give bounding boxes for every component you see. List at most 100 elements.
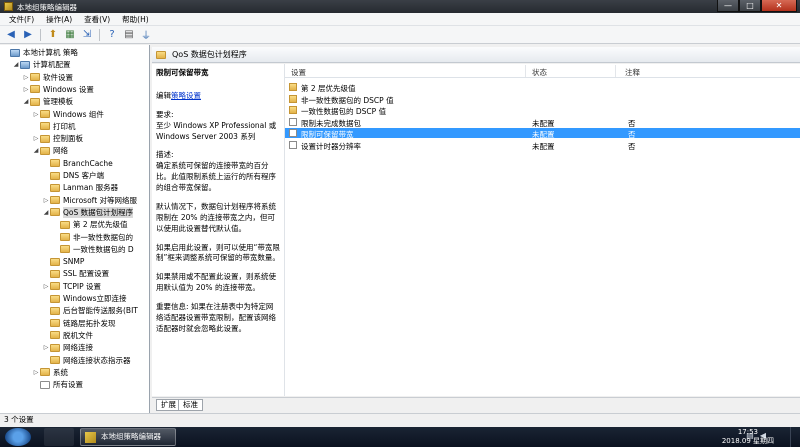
tree-item-label: DNS 客户端 bbox=[63, 171, 105, 180]
column-comment[interactable]: 注释 bbox=[625, 67, 640, 78]
menu-bar: 文件(F) 操作(A) 查看(V) 帮助(H) bbox=[0, 13, 800, 26]
tree-item[interactable]: BranchCache bbox=[42, 158, 113, 169]
tree-item[interactable]: 网络连接状态指示器 bbox=[42, 355, 131, 366]
taskbar-task-label: 本地组策略编辑器 bbox=[101, 432, 161, 441]
expand-toggle-icon[interactable]: ◢ bbox=[32, 147, 40, 154]
tree-item[interactable]: 本地计算机 策略 bbox=[2, 47, 78, 58]
title-bar[interactable]: 本地组策略编辑器 — □ ✕ bbox=[0, 0, 800, 13]
table-row[interactable]: 非一致性数据包的 DSCP 值 bbox=[285, 94, 800, 105]
help-icon[interactable]: ? bbox=[105, 28, 119, 42]
policy-setting-icon bbox=[289, 140, 297, 149]
computer-policy-icon bbox=[10, 48, 20, 57]
folder-icon bbox=[50, 319, 60, 328]
table-row[interactable]: 设置计时器分辨率 未配置 否 bbox=[285, 140, 800, 151]
tree-item[interactable]: ◢ 计算机配置 bbox=[12, 59, 71, 70]
tree-item[interactable]: 打印机 bbox=[32, 121, 76, 132]
maximize-button[interactable]: □ bbox=[739, 0, 761, 12]
expand-toggle-icon[interactable]: ▷ bbox=[32, 369, 40, 376]
table-row[interactable]: 限制未完成数据包 未配置 否 bbox=[285, 117, 800, 128]
tree-item[interactable]: ▷ Windows 设置 bbox=[22, 84, 94, 95]
tree-item-label: Microsoft 对等网络服 bbox=[63, 195, 138, 205]
up-folder-icon[interactable]: ⬆ bbox=[46, 28, 60, 42]
show-desktop-button[interactable] bbox=[790, 427, 800, 447]
folder-icon bbox=[60, 245, 70, 254]
tree-item[interactable]: ◢ 网络 bbox=[32, 145, 68, 156]
expand-toggle-icon[interactable]: ▷ bbox=[32, 111, 40, 118]
expand-toggle-icon[interactable]: ▷ bbox=[22, 74, 30, 81]
tree-item[interactable]: DNS 客户端 bbox=[42, 170, 104, 181]
folder-icon bbox=[40, 134, 50, 143]
taskbar-explorer[interactable] bbox=[44, 428, 74, 446]
expand-toggle-icon[interactable]: ▷ bbox=[42, 197, 50, 204]
menu-item[interactable]: 帮助(H) bbox=[116, 14, 155, 25]
table-row[interactable]: 限制可保留带宽 未配置 否 bbox=[285, 128, 800, 139]
console-tree[interactable]: 本地计算机 策略 ◢ 计算机配置 ▷ 软件设置 ▷ Windows 设置 ◢ 管理模板 ▷ Wind… bbox=[0, 45, 150, 413]
close-button[interactable]: ✕ bbox=[761, 0, 797, 12]
row-name: 限制可保留带宽 bbox=[301, 130, 354, 139]
folder-icon bbox=[60, 233, 70, 241]
taskbar-gpedit[interactable]: 本地组策略编辑器 bbox=[80, 428, 176, 446]
properties-icon[interactable]: ▤ bbox=[122, 28, 136, 42]
expand-toggle-icon[interactable]: ▷ bbox=[42, 344, 50, 351]
clock[interactable]: 17:53 2018.09 星期四 bbox=[722, 428, 774, 446]
minimize-button[interactable]: — bbox=[717, 0, 739, 12]
start-button[interactable] bbox=[5, 428, 31, 446]
tree-item[interactable]: ▷ TCPIP 设置 bbox=[42, 281, 101, 292]
menu-item[interactable]: 查看(V) bbox=[78, 14, 116, 25]
tree-item[interactable]: 一致性数据包的 D bbox=[52, 244, 134, 255]
tree-item[interactable]: ▷ 控制面板 bbox=[32, 133, 83, 144]
console-tree-icon[interactable]: ▦ bbox=[63, 28, 77, 42]
tree-item[interactable]: SNMP bbox=[42, 256, 84, 267]
table-row[interactable]: 第 2 层优先级值 bbox=[285, 82, 800, 93]
menu-item[interactable]: 操作(A) bbox=[40, 14, 78, 25]
toolbar-separator bbox=[99, 28, 100, 41]
expand-toggle-icon[interactable]: ◢ bbox=[42, 209, 50, 216]
tree-item[interactable]: ▷ Microsoft 对等网络服 bbox=[42, 195, 137, 206]
tree-item[interactable]: ◢ 管理模板 bbox=[22, 96, 73, 107]
tree-item[interactable]: 所有设置 bbox=[32, 379, 83, 390]
tree-item[interactable]: 非一致性数据包的 bbox=[52, 232, 133, 243]
tree-item[interactable]: ◢ QoS 数据包计划程序 bbox=[42, 206, 134, 218]
expand-toggle-icon[interactable]: ▷ bbox=[22, 86, 30, 93]
tree-item[interactable]: Lanman 服务器 bbox=[42, 182, 118, 193]
folder-icon bbox=[30, 85, 40, 94]
filter-icon[interactable]: ⏚ bbox=[139, 28, 153, 42]
clock-time: 17:53 bbox=[737, 428, 758, 436]
expand-toggle-icon[interactable]: ◢ bbox=[22, 98, 30, 105]
expand-toggle-icon[interactable]: ▷ bbox=[42, 283, 50, 290]
list-header: 设置 状态 注释 bbox=[285, 64, 800, 78]
folder-icon bbox=[40, 146, 50, 155]
expand-toggle-icon[interactable]: ◢ bbox=[12, 61, 20, 68]
folder-icon bbox=[50, 208, 60, 217]
tree-item[interactable]: ▷ Windows 组件 bbox=[32, 109, 104, 120]
edit-policy-link[interactable]: 策略设置 bbox=[171, 91, 201, 100]
column-state[interactable]: 状态 bbox=[532, 67, 547, 78]
settings-list[interactable]: 设置 状态 注释 第 2 层优先级值 非一致性数据包的 DSCP 值一致性数据包的… bbox=[284, 64, 800, 396]
row-state: 未配置 bbox=[532, 141, 555, 151]
tree-item[interactable]: ▷ 网络连接 bbox=[42, 342, 93, 353]
tree-item-label: 一致性数据包的 D bbox=[73, 244, 134, 254]
tree-item[interactable]: 后台智能传送服务(BIT bbox=[42, 305, 138, 316]
export-icon[interactable]: ⇲ bbox=[80, 28, 94, 42]
tree-item[interactable]: 第 2 层优先级值 bbox=[52, 219, 128, 230]
tree-item-label: 系统 bbox=[53, 367, 68, 377]
requirements-label: 要求: bbox=[156, 109, 174, 119]
policy-setting-icon bbox=[289, 117, 297, 126]
back-icon[interactable]: ◀ bbox=[4, 28, 18, 42]
table-row[interactable]: 一致性数据包的 DSCP 值 bbox=[285, 105, 800, 116]
menu-item[interactable]: 文件(F) bbox=[3, 14, 40, 25]
column-setting[interactable]: 设置 bbox=[291, 67, 306, 78]
tree-item[interactable]: 脱机文件 bbox=[42, 330, 93, 341]
expand-toggle-icon[interactable]: ▷ bbox=[32, 135, 40, 142]
tab-standard[interactable]: 标准 bbox=[178, 399, 203, 411]
tree-item[interactable]: ▷ 系统 bbox=[32, 367, 68, 378]
folder-icon bbox=[289, 94, 297, 103]
toolbar-separator bbox=[40, 28, 41, 41]
forward-icon[interactable]: ▶ bbox=[21, 28, 35, 42]
tree-item[interactable]: 链路层拓扑发现 bbox=[42, 318, 116, 329]
folder-icon bbox=[289, 106, 297, 114]
tree-item[interactable]: SSL 配置设置 bbox=[42, 268, 109, 279]
tree-item[interactable]: Windows立即连接 bbox=[42, 293, 126, 304]
tree-item-label: 网络连接 bbox=[63, 343, 93, 353]
tree-item[interactable]: ▷ 软件设置 bbox=[22, 72, 73, 83]
